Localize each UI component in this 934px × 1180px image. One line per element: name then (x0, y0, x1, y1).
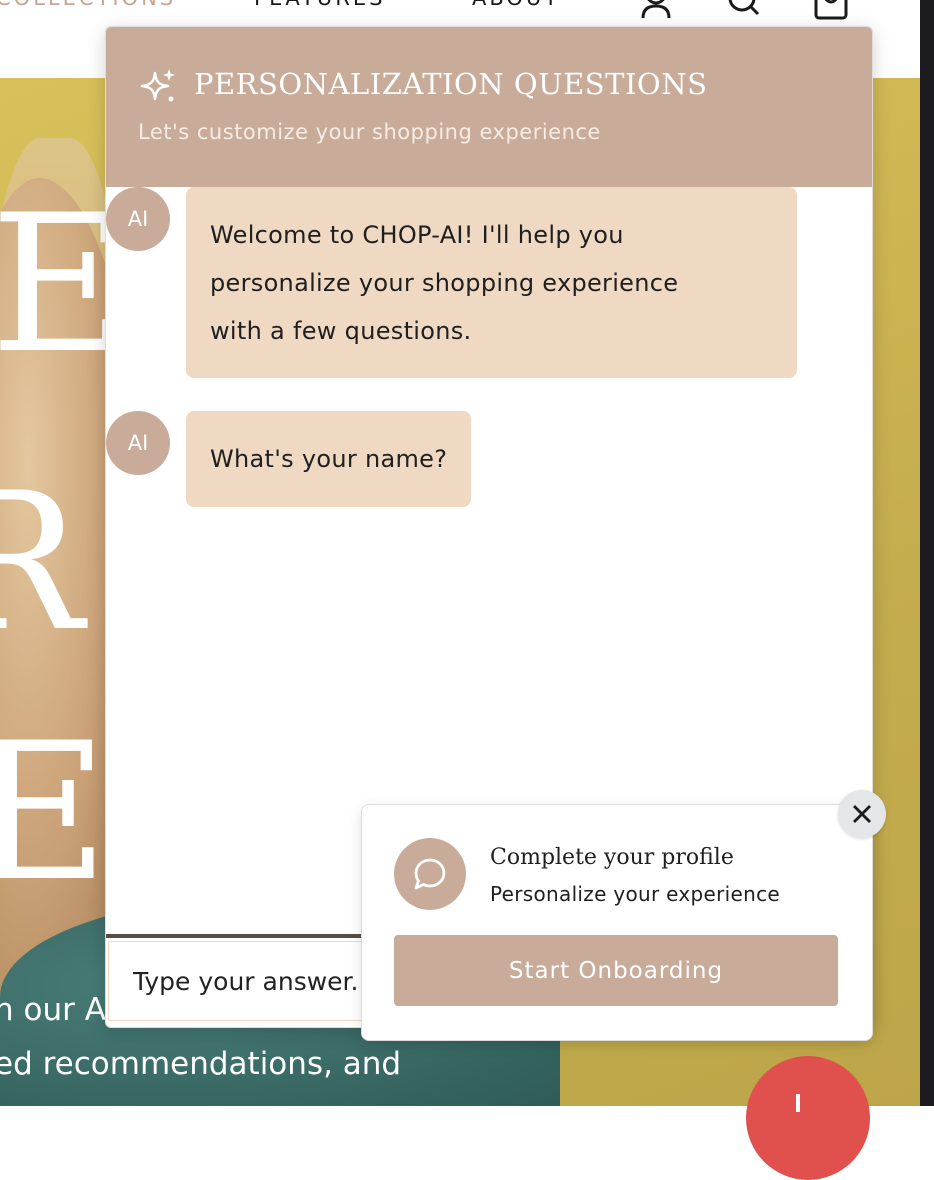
page-edge (920, 0, 934, 1106)
start-onboarding-button[interactable]: Start Onboarding (394, 935, 838, 1006)
ai-avatar: AI (106, 411, 170, 475)
plus-icon (796, 1094, 800, 1112)
chat-header: PERSONALIZATION QUESTIONS Let's customiz… (106, 27, 872, 187)
search-icon[interactable] (726, 0, 760, 22)
nav-features-link[interactable]: FEATURES (254, 0, 385, 10)
hero-headline-letter: E (0, 702, 109, 923)
chat-title: PERSONALIZATION QUESTIONS (194, 67, 708, 101)
floating-action-button[interactable] (746, 1056, 870, 1180)
onboarding-subtitle: Personalize your experience (490, 882, 781, 906)
onboarding-card: Complete your profile Personalize your e… (361, 804, 873, 1041)
ai-avatar: AI (106, 187, 170, 251)
hero-headline-letter: R (0, 452, 83, 673)
close-icon (853, 805, 871, 823)
user-icon[interactable] (639, 0, 673, 22)
message-bubble: Welcome to CHOP-AI! I'll help you person… (186, 187, 797, 378)
close-button[interactable] (838, 790, 886, 838)
speech-bubble-icon (414, 858, 446, 890)
nav-about-link[interactable]: ABOUT (472, 0, 560, 10)
onboarding-title: Complete your profile (490, 845, 734, 870)
message-bubble: What's your name? (186, 411, 472, 507)
sparkle-icon (140, 69, 175, 102)
nav-collections-link[interactable]: COLLECTIONS (0, 0, 176, 10)
chat-subtitle: Let's customize your shopping experience (138, 120, 601, 144)
bag-icon[interactable] (814, 0, 848, 22)
chat-bubble-icon (394, 838, 466, 910)
hero-description-line: ed recommendations, and (0, 1046, 402, 1082)
